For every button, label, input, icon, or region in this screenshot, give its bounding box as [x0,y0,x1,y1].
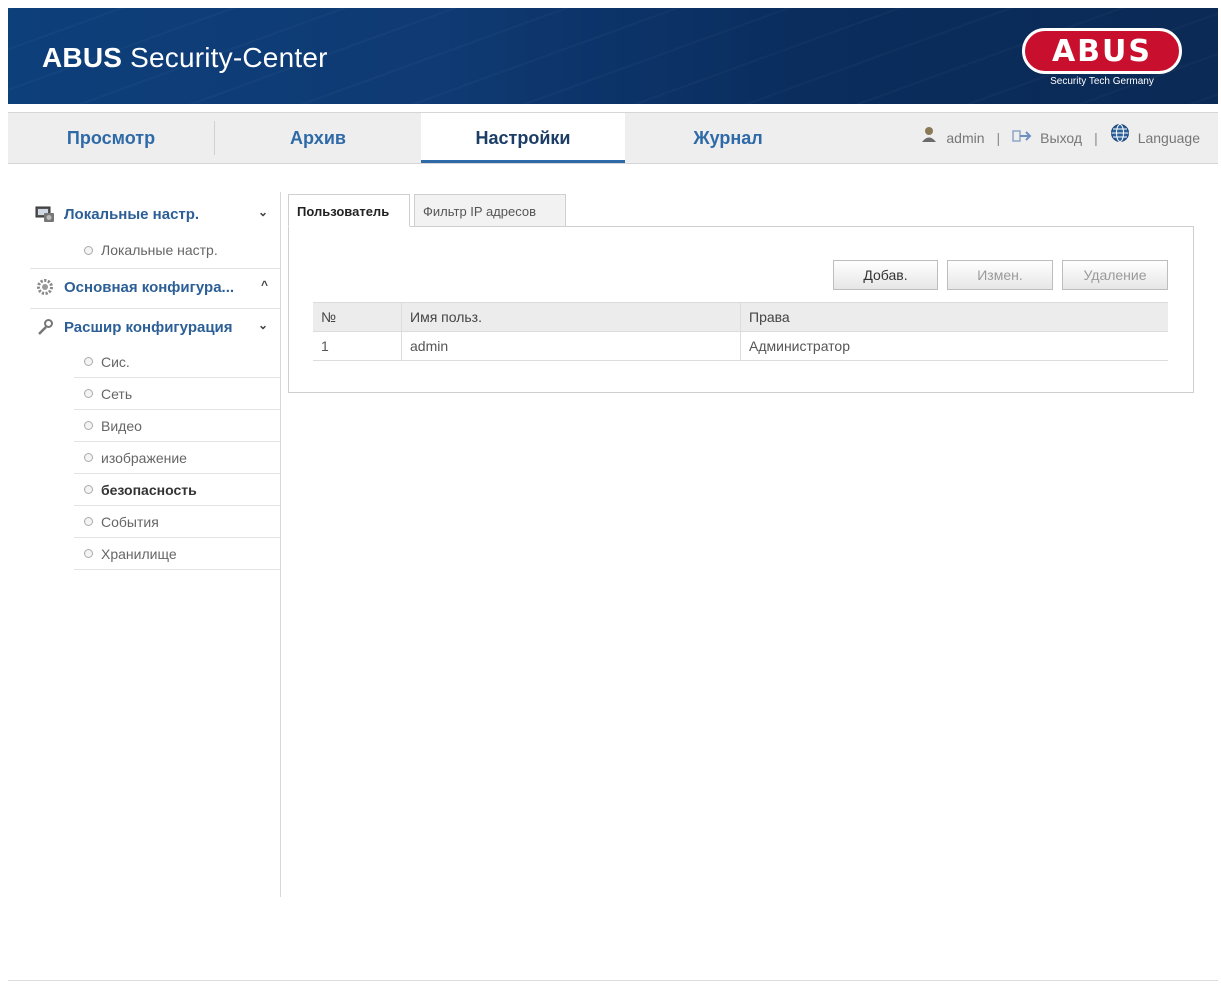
bullet-icon [84,517,93,526]
sidebar-item-video[interactable]: Видео [74,410,280,442]
column-header-rights: Права [740,302,1168,332]
sidebar-item-image[interactable]: изображение [74,442,280,474]
bullet-icon [84,421,93,430]
bullet-icon [84,485,93,494]
sidebar-item-label: Локальные настр. [101,242,218,258]
bullet-icon [84,245,93,255]
user-icon [920,113,938,163]
wrench-icon [34,318,56,336]
logo-text: ABUS [1051,33,1153,69]
username-label[interactable]: admin [946,113,984,163]
sidebar-group-basic-config[interactable]: Основная конфигура... ^ [30,268,280,305]
abus-logo: ABUS Security Tech Germany [1022,28,1186,98]
sidebar-item-security[interactable]: безопасность [74,474,280,506]
gear-icon [34,278,56,296]
nav-tab-archive[interactable]: Архив [215,113,421,163]
sidebar-item-label: Видео [101,417,142,434]
sidebar-item-system[interactable]: Сис. [74,346,280,378]
logout-link[interactable]: Выход [1040,113,1082,163]
sidebar-item-label: Сеть [101,385,133,402]
main-nav: Просмотр Архив Настройки Журнал admin | … [8,112,1218,164]
chevron-down-icon[interactable]: ⌄ [258,318,268,332]
globe-icon[interactable] [1110,113,1130,163]
separator: | [1094,130,1098,146]
sidebar-group-label: Основная конфигура... [64,278,235,296]
logo-tagline: Security Tech Germany [1050,76,1154,87]
bullet-icon [84,549,93,558]
separator: | [996,130,1001,146]
sidebar-group-local-settings[interactable]: Локальные настр. ⌄ [30,196,280,232]
sidebar-group-advanced-config[interactable]: Расшир конфигурация ⌄ [30,308,280,345]
cell-username: admin [401,331,741,361]
sidebar-item-label: Хранилище [101,545,177,562]
sidebar-item-local-settings[interactable]: Локальные настр. [74,234,280,266]
bullet-icon [84,357,93,366]
sidebar-item-storage[interactable]: Хранилище [74,538,280,570]
sidebar-group-label: Расшир конфигурация [64,318,233,336]
column-header-number: № [313,302,402,332]
cell-rights: Администратор [740,331,1168,361]
add-user-button[interactable]: Добав. [833,260,938,290]
language-link[interactable]: Language [1138,113,1200,163]
logout-arrow-icon[interactable] [1012,113,1032,163]
edit-user-button[interactable]: Измен. [947,260,1053,290]
tab-ip-filter[interactable]: Фильтр IP адресов [414,194,566,227]
delete-user-button[interactable]: Удаление [1062,260,1168,290]
bullet-icon [84,453,93,462]
header-banner: ABUS Security-Center ABUS Security Tech … [8,8,1218,104]
bullet-icon [84,389,93,398]
sidebar-item-network[interactable]: Сеть [74,378,280,410]
app-title: ABUS Security-Center [42,42,328,73]
chevron-down-icon[interactable]: ⌄ [258,205,268,219]
sidebar-item-label: безопасность [101,481,197,498]
table-row[interactable]: 1 admin Администратор [313,331,1168,361]
monitor-icon [34,205,56,223]
column-header-username: Имя польз. [401,302,741,332]
table-header-row: № Имя польз. Права [313,302,1168,332]
chevron-up-icon[interactable]: ^ [261,278,268,292]
tab-user[interactable]: Пользователь [288,194,410,227]
cell-number: 1 [313,331,402,361]
bottom-border [8,980,1218,981]
sidebar-item-events[interactable]: События [74,506,280,538]
sidebar-item-label: изображение [101,449,187,466]
nav-tab-settings[interactable]: Настройки [421,113,625,163]
sidebar-item-label: События [101,513,159,530]
user-bar: admin | Выход | Language [920,113,1200,163]
nav-tab-live-view[interactable]: Просмотр [8,113,214,163]
nav-tab-log[interactable]: Журнал [625,113,831,163]
sidebar-group-label: Локальные настр. [64,205,200,223]
sidebar-item-label: Сис. [101,353,130,370]
settings-sidebar: Локальные настр. ⌄ Локальные настр. Осно… [30,192,281,897]
users-table: № Имя польз. Права 1 admin Администратор [313,302,1168,361]
